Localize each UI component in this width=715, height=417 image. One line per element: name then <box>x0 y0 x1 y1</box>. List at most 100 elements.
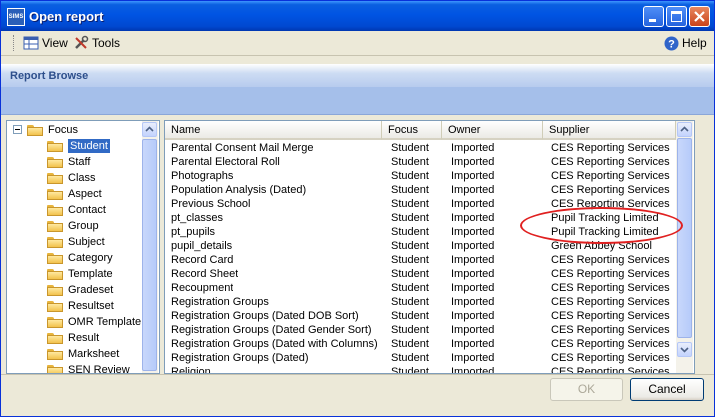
cell-supplier: Pupil Tracking Limited <box>551 226 659 238</box>
cell-name: Record Card <box>171 254 234 266</box>
table-row[interactable]: Registration Groups (Dated DOB Sort) Stud… <box>165 309 694 323</box>
cell-supplier: CES Reporting Services <box>551 254 670 266</box>
title-bar[interactable]: SIMS Open report <box>1 1 714 31</box>
cell-owner: Imported <box>451 156 495 168</box>
tree-item-label: Result <box>68 332 100 344</box>
cell-owner: Imported <box>451 184 495 196</box>
table-row[interactable]: Registration Groups Student Imported CES Re… <box>165 295 694 309</box>
cell-name: pt_classes <box>171 212 223 224</box>
cell-name: Recoupment <box>171 282 234 294</box>
table-row[interactable]: Registration Groups (Dated Gender Sort) S… <box>165 323 694 337</box>
cell-name: Registration Groups (Dated Gender Sort) <box>171 324 372 336</box>
help-button[interactable]: ? Help <box>664 35 707 51</box>
tree-scrollbar[interactable] <box>142 121 158 373</box>
view-menu-button[interactable]: View <box>23 35 68 51</box>
report-list[interactable]: Name Focus Owner Supplier Parental Conse… <box>164 120 695 374</box>
table-row[interactable]: Photographs Student Imported CES Reporting … <box>165 169 694 183</box>
scroll-down-icon <box>680 347 689 353</box>
window-title: Open report <box>29 9 104 24</box>
tree-item-staff[interactable]: Staff <box>47 155 90 169</box>
list-scroll-thumb[interactable] <box>677 138 692 338</box>
cell-focus: Student <box>391 366 429 374</box>
cell-supplier: CES Reporting Services <box>551 198 670 210</box>
folder-icon <box>47 172 64 184</box>
column-header-name[interactable]: Name <box>165 121 382 140</box>
focus-tree[interactable]: Focus Student Staff Class Aspect Contact… <box>6 120 160 374</box>
table-row[interactable]: pt_pupils Student Imported Pupil Tracking L… <box>165 225 694 239</box>
tree-scroll-thumb[interactable] <box>142 139 157 371</box>
close-button[interactable] <box>689 6 710 27</box>
cell-focus: Student <box>391 212 429 224</box>
ok-button[interactable]: OK <box>550 378 623 401</box>
tree-item-gradeset[interactable]: Gradeset <box>47 283 113 297</box>
toolbar-grip[interactable] <box>13 35 16 51</box>
list-scrollbar[interactable] <box>676 121 693 373</box>
column-header-focus[interactable]: Focus <box>382 121 442 140</box>
cell-name: Photographs <box>171 170 234 182</box>
cell-supplier: Green Abbey School <box>551 240 652 252</box>
scroll-up-button[interactable] <box>142 122 157 137</box>
cell-focus: Student <box>391 268 429 280</box>
tree-item-subject[interactable]: Subject <box>47 235 105 249</box>
table-row[interactable]: pupil_details Student Imported Green Abbey … <box>165 239 694 253</box>
cell-name: Parental Consent Mail Merge <box>171 142 314 154</box>
scroll-up-button[interactable] <box>677 122 692 137</box>
column-header-supplier[interactable]: Supplier <box>543 121 676 140</box>
close-icon <box>694 11 705 22</box>
maximize-button[interactable] <box>666 6 687 27</box>
folder-icon <box>47 236 64 248</box>
tree-item-aspect[interactable]: Aspect <box>47 187 102 201</box>
tree-item-label: Template <box>68 268 113 280</box>
folder-icon <box>47 140 64 152</box>
table-row[interactable]: Previous School Student Imported CES Report… <box>165 197 694 211</box>
cell-name: Religion <box>171 366 211 374</box>
cell-owner: Imported <box>451 310 495 322</box>
cell-focus: Student <box>391 310 429 322</box>
table-row[interactable]: Population Analysis (Dated) Student Import… <box>165 183 694 197</box>
table-row[interactable]: Record Sheet Student Imported CES Reporting… <box>165 267 694 281</box>
cell-supplier: CES Reporting Services <box>551 352 670 364</box>
table-row[interactable]: Parental Consent Mail Merge Student Import… <box>165 141 694 155</box>
tree-item-category[interactable]: Category <box>47 251 113 265</box>
table-row[interactable]: Religion Student Imported CES Reporting Ser… <box>165 365 694 374</box>
scroll-down-button[interactable] <box>677 342 692 357</box>
table-row[interactable]: Parental Electoral Roll Student Imported CE… <box>165 155 694 169</box>
cell-owner: Imported <box>451 226 495 238</box>
tree-item-marksheet[interactable]: Marksheet <box>47 347 119 361</box>
tools-menu-button[interactable]: Tools <box>73 35 120 51</box>
table-row[interactable]: Record Card Student Imported CES Reporting … <box>165 253 694 267</box>
tree-item-result[interactable]: Result <box>47 331 99 345</box>
tree-item-omr-template[interactable]: OMR Template <box>47 315 141 329</box>
column-header-owner[interactable]: Owner <box>442 121 543 140</box>
tree-item-contact[interactable]: Contact <box>47 203 106 217</box>
cancel-button[interactable]: Cancel <box>630 378 704 401</box>
minimize-icon <box>649 19 656 22</box>
tree-item-label: Staff <box>68 156 91 168</box>
cell-supplier: CES Reporting Services <box>551 296 670 308</box>
cell-name: Registration Groups (Dated with Columns) <box>171 338 378 350</box>
cell-supplier: CES Reporting Services <box>551 324 670 336</box>
cell-owner: Imported <box>451 170 495 182</box>
tree-item-resultset[interactable]: Resultset <box>47 299 114 313</box>
cell-owner: Imported <box>451 338 495 350</box>
collapse-icon[interactable] <box>13 125 23 135</box>
cell-focus: Student <box>391 198 429 210</box>
tree-item-sen-review[interactable]: SEN Review <box>47 363 130 373</box>
sims-app-icon: SIMS <box>7 8 25 26</box>
tree-item-student[interactable]: Student <box>47 139 110 153</box>
folder-icon <box>47 284 64 296</box>
tree-root-focus[interactable]: Focus <box>13 123 78 137</box>
cell-focus: Student <box>391 324 429 336</box>
table-row[interactable]: Registration Groups (Dated with Columns)… <box>165 337 694 351</box>
tree-item-class[interactable]: Class <box>47 171 96 185</box>
cell-focus: Student <box>391 338 429 350</box>
cell-name: Registration Groups (Dated DOB Sort) <box>171 310 359 322</box>
minimize-button[interactable] <box>643 6 664 27</box>
cell-focus: Student <box>391 170 429 182</box>
table-row[interactable]: Registration Groups (Dated) Student Import… <box>165 351 694 365</box>
tree-item-template[interactable]: Template <box>47 267 113 281</box>
table-row[interactable]: Recoupment Student Imported CES Reporting S… <box>165 281 694 295</box>
cell-supplier: Pupil Tracking Limited <box>551 212 659 224</box>
table-row[interactable]: pt_classes Student Imported Pupil Tracking … <box>165 211 694 225</box>
tree-item-group[interactable]: Group <box>47 219 99 233</box>
